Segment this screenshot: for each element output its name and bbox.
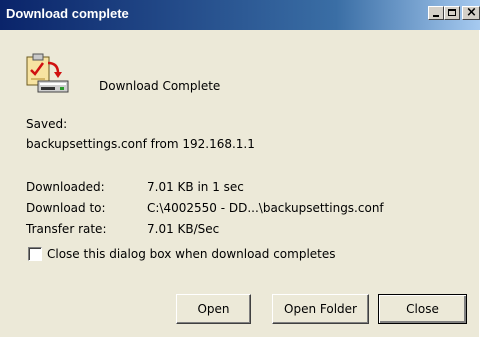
- saved-file-value: backupsettings.conf from 192.168.1.1: [26, 137, 255, 151]
- download-complete-heading: Download Complete: [99, 79, 221, 93]
- maximize-icon: [448, 9, 456, 16]
- minimize-button[interactable]: [428, 6, 444, 20]
- minimize-icon: [433, 15, 439, 17]
- download-clipboard-icon: [24, 53, 72, 95]
- downloaded-value: 7.01 KB in 1 sec: [147, 180, 244, 194]
- download-to-value: C:\4002550 - DD...\backupsettings.conf: [147, 201, 384, 215]
- saved-label: Saved:: [26, 117, 68, 131]
- close-when-complete-checkbox[interactable]: [28, 247, 42, 261]
- open-button[interactable]: Open: [176, 294, 251, 324]
- download-to-label: Download to:: [26, 201, 106, 215]
- download-complete-dialog: Download complete × Download Complete Sa…: [0, 0, 480, 337]
- window-title: Download complete: [6, 6, 129, 21]
- maximize-button[interactable]: [444, 6, 460, 20]
- transfer-rate-value: 7.01 KB/Sec: [147, 222, 220, 236]
- open-folder-button[interactable]: Open Folder: [272, 294, 369, 324]
- close-icon: ×: [466, 5, 477, 20]
- transfer-rate-label: Transfer rate:: [26, 222, 107, 236]
- title-bar[interactable]: Download complete ×: [0, 0, 480, 30]
- close-when-complete-label[interactable]: Close this dialog box when download comp…: [47, 247, 336, 261]
- downloaded-label: Downloaded:: [26, 180, 105, 194]
- close-button[interactable]: Close: [378, 294, 467, 324]
- close-window-button[interactable]: ×: [462, 5, 480, 20]
